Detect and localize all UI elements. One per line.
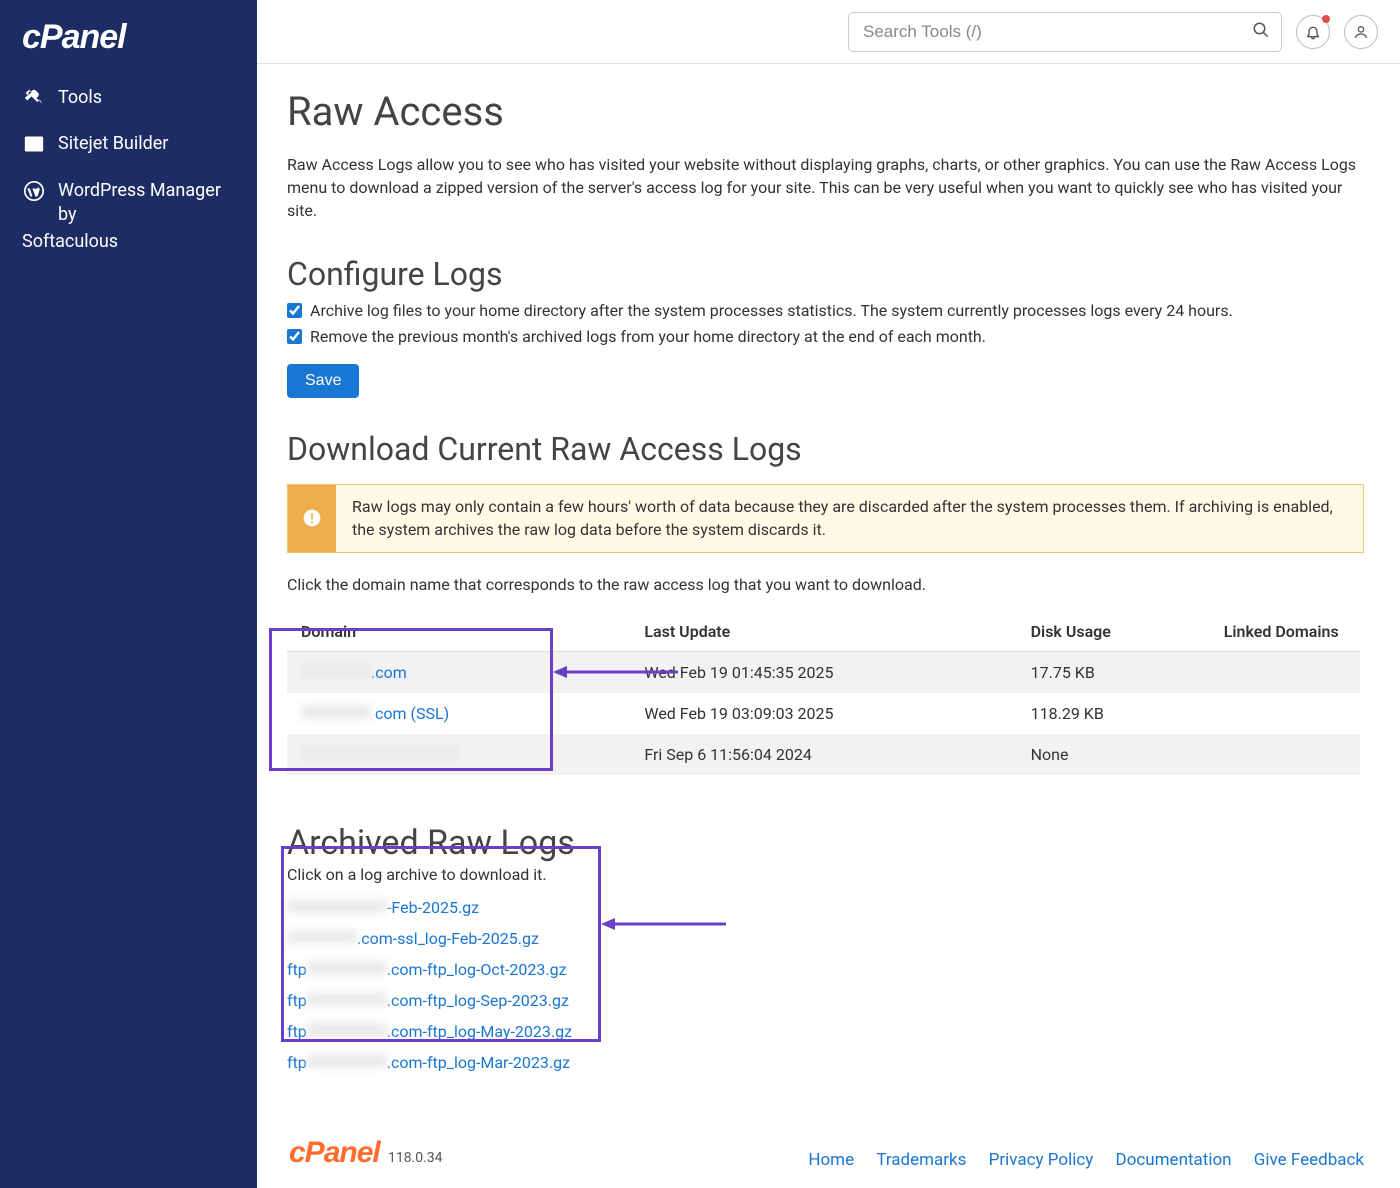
page-intro: Raw Access Logs allow you to see who has… (287, 153, 1364, 223)
remove-old-logs-option[interactable]: Remove the previous month's archived log… (287, 325, 1364, 350)
col-linked: Linked Domains (1210, 612, 1360, 652)
footer-link-trademarks[interactable]: Trademarks (876, 1150, 966, 1170)
footer: cPanel 118.0.34 Home Trademarks Privacy … (257, 1130, 1400, 1188)
remove-old-logs-label: Remove the previous month's archived log… (310, 325, 986, 350)
info-alert: Raw logs may only contain a few hours' w… (287, 484, 1364, 552)
archive-link[interactable]: .com-ssl_log-Feb-2025.gz (287, 923, 1364, 954)
search-input[interactable] (848, 12, 1282, 52)
configure-heading: Configure Logs (287, 255, 1364, 293)
cell-disk: None (1017, 734, 1210, 775)
footer-version: 118.0.34 (388, 1150, 443, 1166)
table-row: Fri Sep 6 11:56:04 2024 None (287, 734, 1360, 775)
download-instruction: Click the domain name that corresponds t… (287, 575, 1364, 594)
alert-icon (288, 485, 336, 551)
archive-link[interactable]: ftp.com-ftp_log-Sep-2023.gz (287, 985, 1364, 1016)
archive-link[interactable]: ftp.com-ftp_log-May-2023.gz (287, 1016, 1364, 1047)
search-wrap (848, 12, 1282, 52)
sidebar-item-wordpress-tail: Softaculous (0, 230, 257, 254)
sidebar-item-label: Tools (58, 86, 102, 110)
footer-brand: cPanel 118.0.34 (289, 1136, 443, 1170)
sitejet-icon (22, 134, 46, 154)
cell-update: Fri Sep 6 11:56:04 2024 (630, 734, 1016, 775)
domain-link[interactable]: com (SSL) (301, 704, 449, 723)
page-title: Raw Access (287, 88, 1364, 135)
sidebar-item-label: Sitejet Builder (58, 132, 168, 156)
footer-link-home[interactable]: Home (808, 1150, 854, 1170)
cell-update: Wed Feb 19 01:45:35 2025 (630, 651, 1016, 693)
footer-link-feedback[interactable]: Give Feedback (1254, 1150, 1364, 1170)
footer-link-privacy[interactable]: Privacy Policy (989, 1150, 1094, 1170)
sidebar-item-wordpress[interactable]: WordPress Manager by (0, 168, 257, 239)
archived-sub: Click on a log archive to download it. (287, 865, 1364, 884)
col-disk: Disk Usage (1017, 612, 1210, 652)
table-row: .com Wed Feb 19 01:45:35 2025 17.75 KB (287, 651, 1360, 693)
footer-link-docs[interactable]: Documentation (1116, 1150, 1232, 1170)
alert-text: Raw logs may only contain a few hours' w… (336, 485, 1363, 551)
archive-logs-option[interactable]: Archive log files to your home directory… (287, 299, 1364, 324)
logs-table: Domain Last Update Disk Usage Linked Dom… (287, 612, 1360, 775)
archive-logs-checkbox[interactable] (287, 303, 302, 318)
sidebar-item-sitejet[interactable]: Sitejet Builder (0, 121, 257, 167)
remove-old-logs-checkbox[interactable] (287, 329, 302, 344)
archived-heading: Archived Raw Logs (287, 823, 1364, 863)
user-menu-button[interactable] (1344, 15, 1378, 49)
sidebar: cPanel Tools Sitejet Builder WordPress M… (0, 0, 257, 1188)
col-domain: Domain (287, 612, 630, 652)
archive-link[interactable]: ftp.com-ftp_log-Mar-2023.gz (287, 1047, 1364, 1078)
save-button[interactable]: Save (287, 364, 359, 398)
sidebar-item-label: WordPress Manager by (58, 179, 237, 228)
notifications-button[interactable] (1296, 15, 1330, 49)
archive-link[interactable]: -Feb-2025.gz (287, 892, 1364, 923)
domain-link[interactable]: .com (301, 663, 407, 682)
main-panel: Raw Access Raw Access Logs allow you to … (257, 0, 1400, 1188)
topbar (257, 0, 1400, 64)
col-update: Last Update (630, 612, 1016, 652)
footer-links: Home Trademarks Privacy Policy Documenta… (790, 1150, 1364, 1170)
footer-logo: cPanel (289, 1136, 380, 1169)
notification-dot-icon (1322, 15, 1330, 23)
table-row: com (SSL) Wed Feb 19 03:09:03 2025 118.2… (287, 693, 1360, 734)
archive-logs-label: Archive log files to your home directory… (310, 299, 1233, 324)
content: Raw Access Raw Access Logs allow you to … (257, 64, 1400, 1130)
archive-list: -Feb-2025.gz .com-ssl_log-Feb-2025.gz ft… (287, 892, 1364, 1079)
search-icon[interactable] (1252, 21, 1270, 43)
logo: cPanel (0, 8, 257, 75)
wordpress-icon (22, 181, 46, 201)
brand-logo: cPanel (22, 18, 126, 56)
sidebar-item-tools[interactable]: Tools (0, 75, 257, 121)
download-heading: Download Current Raw Access Logs (287, 430, 1364, 468)
cell-update: Wed Feb 19 03:09:03 2025 (630, 693, 1016, 734)
cell-disk: 118.29 KB (1017, 693, 1210, 734)
cell-disk: 17.75 KB (1017, 651, 1210, 693)
tools-icon (22, 88, 46, 108)
archive-link[interactable]: ftp.com-ftp_log-Oct-2023.gz (287, 954, 1364, 985)
